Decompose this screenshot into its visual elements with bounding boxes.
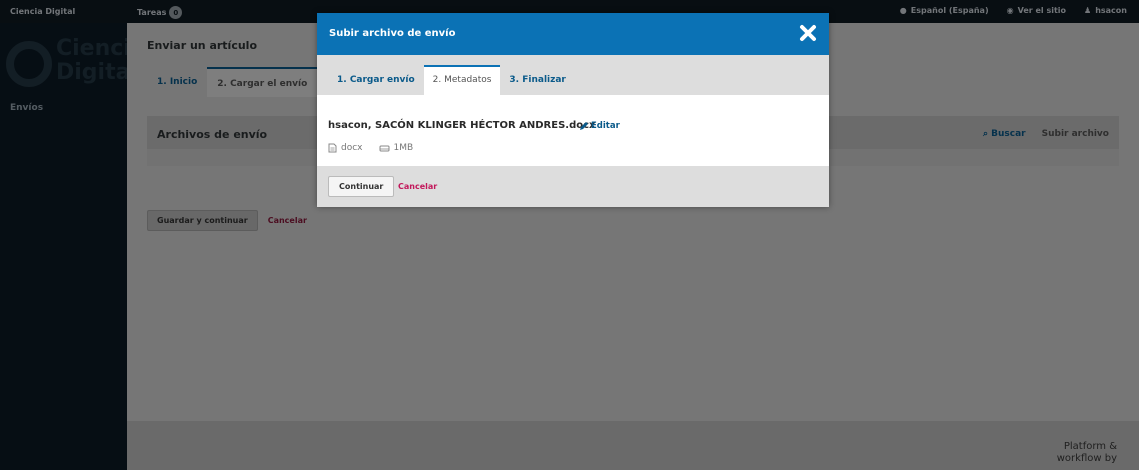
file-icon: [328, 143, 337, 153]
tab-upload-submission[interactable]: 1. Cargar envío: [328, 65, 424, 95]
modal-header: Subir archivo de envío: [317, 13, 829, 55]
hard-drive-icon: [379, 145, 389, 151]
file-size: 1MB: [379, 143, 414, 153]
continue-button[interactable]: Continuar: [328, 176, 395, 197]
file-type: docx: [328, 143, 363, 153]
modal-cancel-link[interactable]: Cancelar: [398, 182, 437, 191]
upload-modal: Subir archivo de envío 1. Cargar envío 2…: [317, 13, 829, 207]
edit-link[interactable]: Editar: [579, 121, 620, 131]
modal-tabs: 1. Cargar envío 2. Metadatos 3. Finaliza…: [317, 55, 829, 95]
close-button[interactable]: [797, 22, 819, 44]
tab-metadata[interactable]: 2. Metadatos: [423, 65, 501, 95]
file-meta: docx 1MB: [328, 143, 413, 153]
modal-body: hsacon, SACÓN KLINGER HÉCTOR ANDRES.docx…: [317, 95, 829, 166]
edit-label: Editar: [591, 121, 620, 131]
file-name: hsacon, SACÓN KLINGER HÉCTOR ANDRES.docx: [328, 120, 596, 131]
tab-finish[interactable]: 3. Finalizar: [500, 65, 574, 95]
modal-title: Subir archivo de envío: [329, 28, 456, 39]
modal-footer: Continuar Cancelar: [317, 166, 829, 207]
close-icon: [800, 25, 816, 41]
pencil-icon: [580, 122, 588, 130]
file-size-label: 1MB: [393, 143, 414, 153]
file-type-label: docx: [341, 143, 363, 153]
